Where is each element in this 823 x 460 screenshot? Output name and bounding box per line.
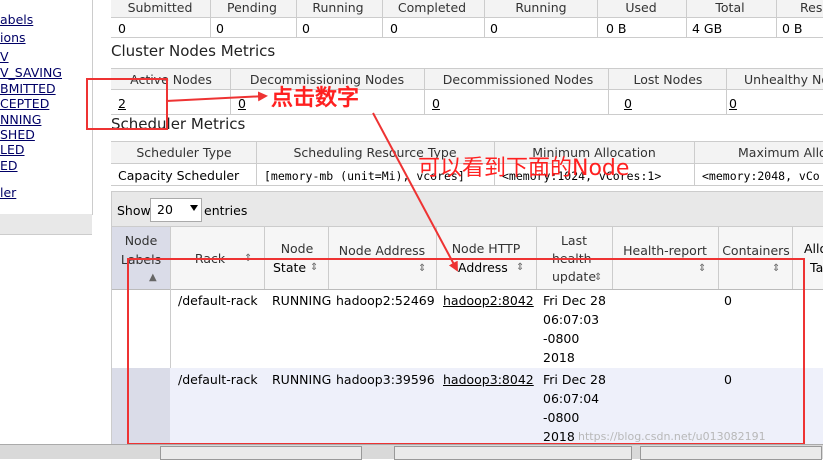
annotation-click-number: 点击数字 (271, 86, 360, 111)
watermark: https://blog.csdn.net/u013082191 (578, 430, 766, 443)
arrow-down-icon (372, 112, 458, 272)
arrow-right-icon (165, 91, 268, 102)
annotation-arrows (165, 91, 458, 272)
annotation-see-node: 可以看到下面的Node (418, 156, 630, 181)
